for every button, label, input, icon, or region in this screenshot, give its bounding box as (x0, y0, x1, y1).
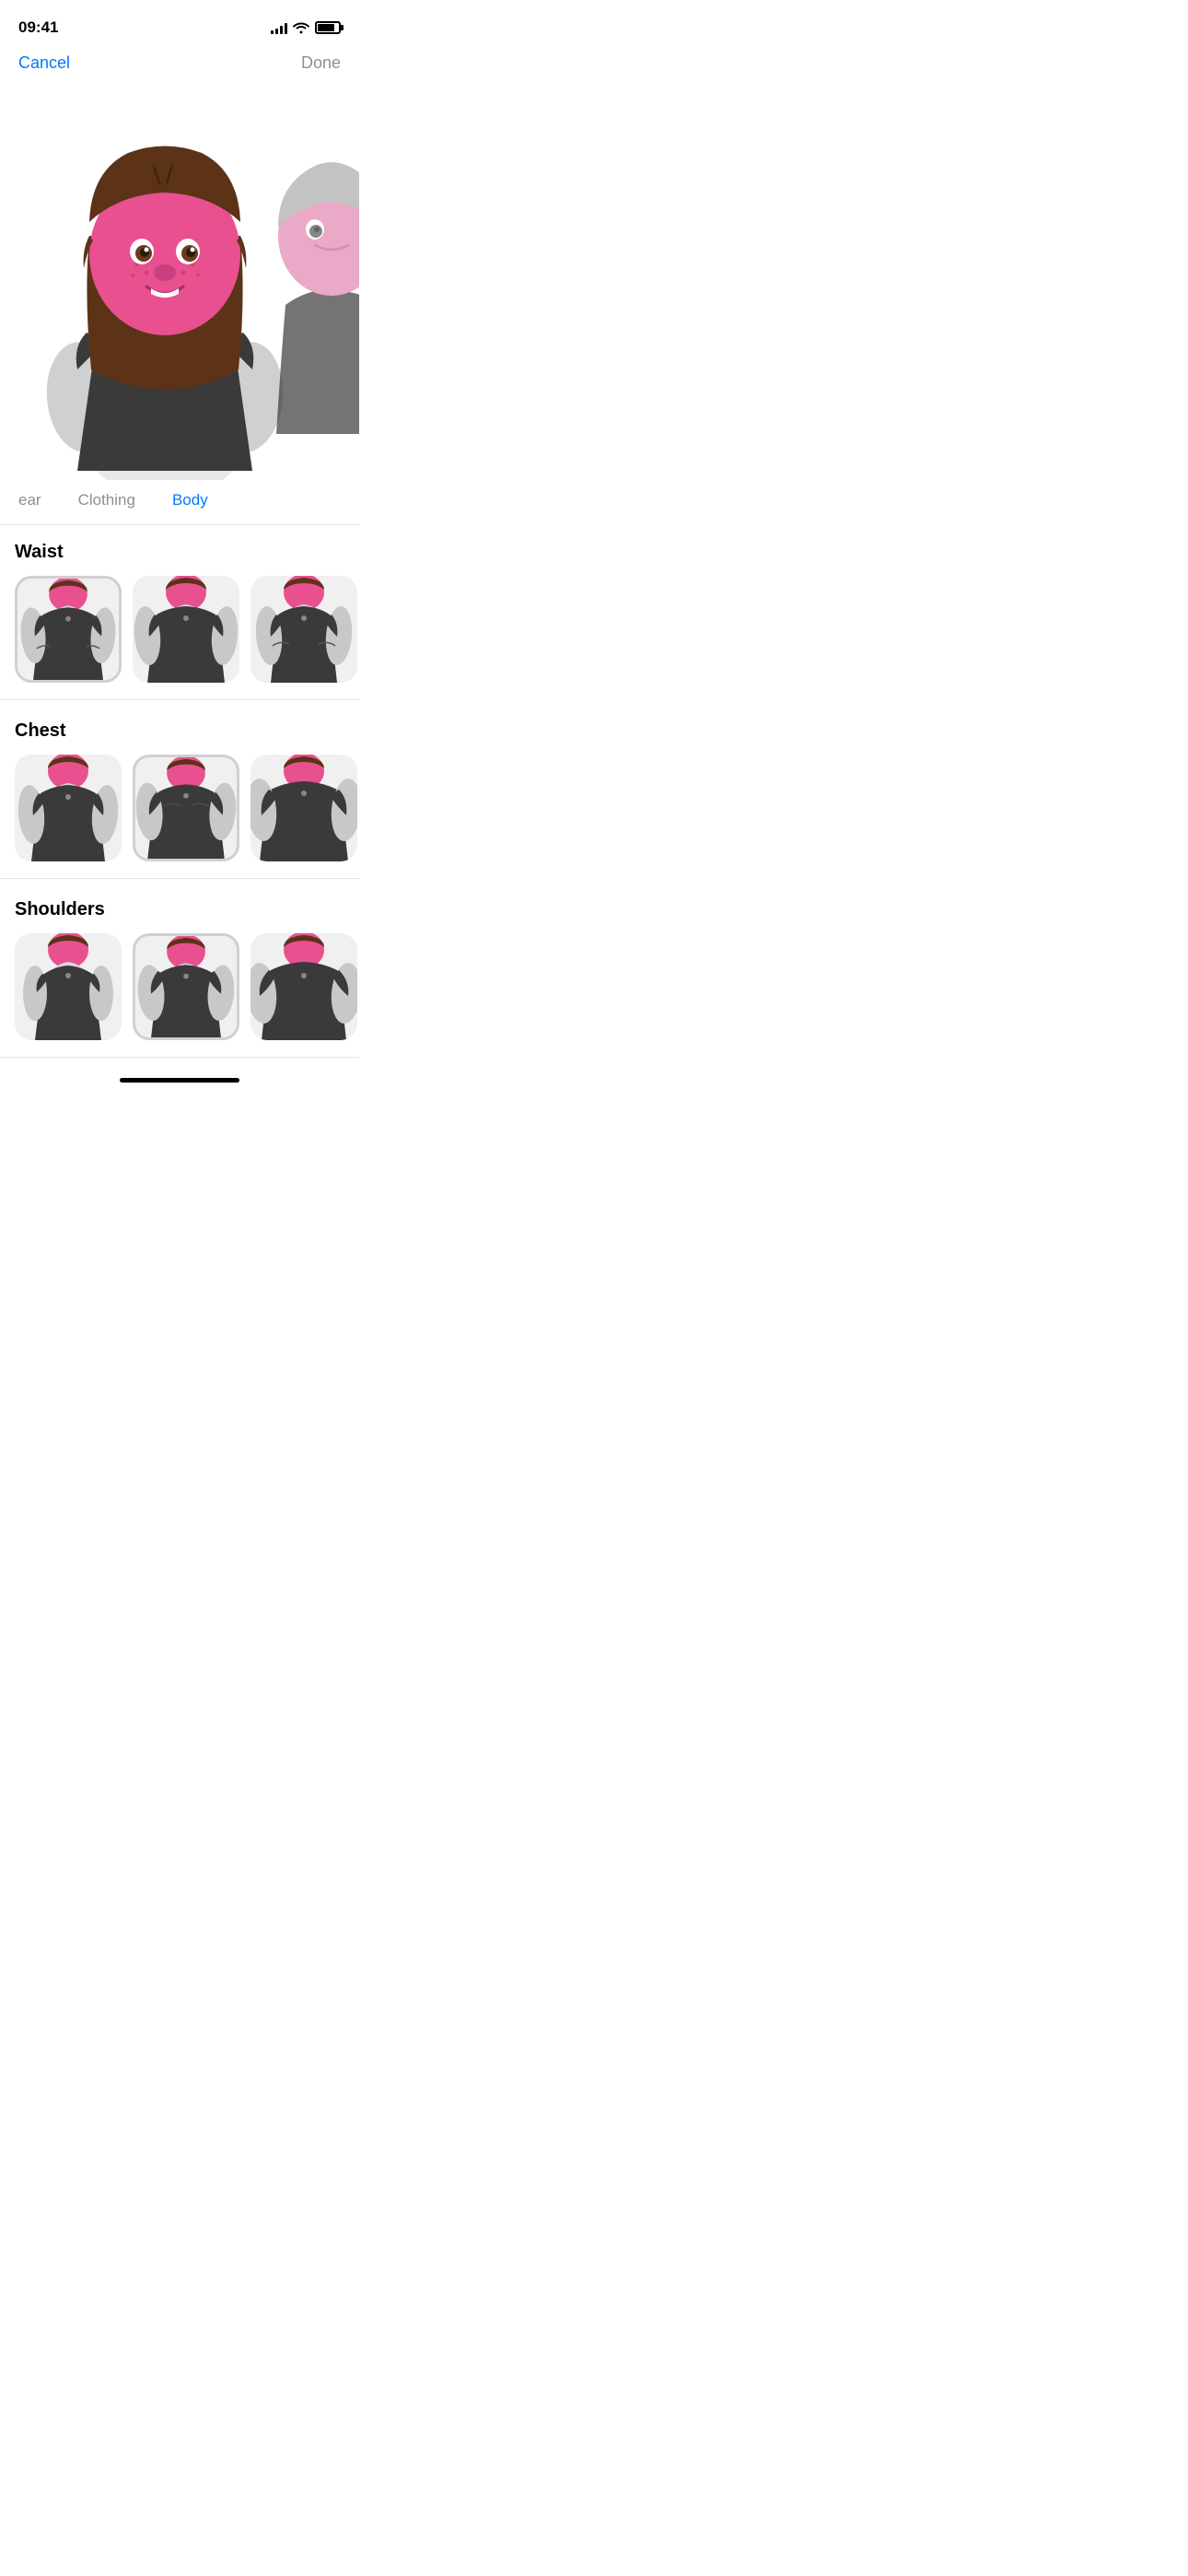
chest-option-3[interactable] (250, 755, 357, 861)
tab-body[interactable]: Body (154, 487, 227, 513)
shoulders-option-3[interactable] (250, 933, 357, 1040)
cancel-button[interactable]: Cancel (18, 53, 70, 73)
waist-option-2[interactable] (133, 576, 239, 683)
chest-option-2[interactable] (133, 755, 239, 861)
chest-options (0, 755, 359, 878)
waist-options (0, 576, 359, 699)
chest-option-1[interactable] (15, 755, 122, 861)
shoulders-title: Shoulders (0, 899, 359, 933)
wifi-icon (293, 21, 309, 34)
chest-section: Chest (0, 704, 359, 879)
shoulders-options (0, 933, 359, 1057)
shoulders-option-1[interactable] (15, 933, 122, 1040)
signal-icon (271, 21, 287, 34)
waist-option-3[interactable] (250, 576, 357, 683)
memoji-side-avatar (267, 139, 359, 434)
status-icons (271, 21, 341, 34)
shoulders-section: Shoulders (0, 883, 359, 1058)
status-time: 09:41 (18, 18, 58, 37)
shoulders-option-2[interactable] (133, 933, 239, 1040)
battery-icon (315, 21, 341, 34)
waist-title: Waist (0, 542, 359, 576)
status-bar: 09:41 (0, 0, 359, 46)
waist-option-1[interactable] (15, 576, 122, 683)
tab-clothing[interactable]: Clothing (60, 487, 154, 513)
tab-headwear[interactable]: ear (0, 487, 60, 513)
tab-bar: ear Clothing Body (0, 480, 359, 525)
chest-title: Chest (0, 720, 359, 755)
done-button[interactable]: Done (301, 53, 341, 73)
home-indicator (120, 1078, 239, 1083)
avatar-preview (0, 84, 359, 480)
nav-bar: Cancel Done (0, 46, 359, 84)
waist-section: Waist (0, 525, 359, 700)
